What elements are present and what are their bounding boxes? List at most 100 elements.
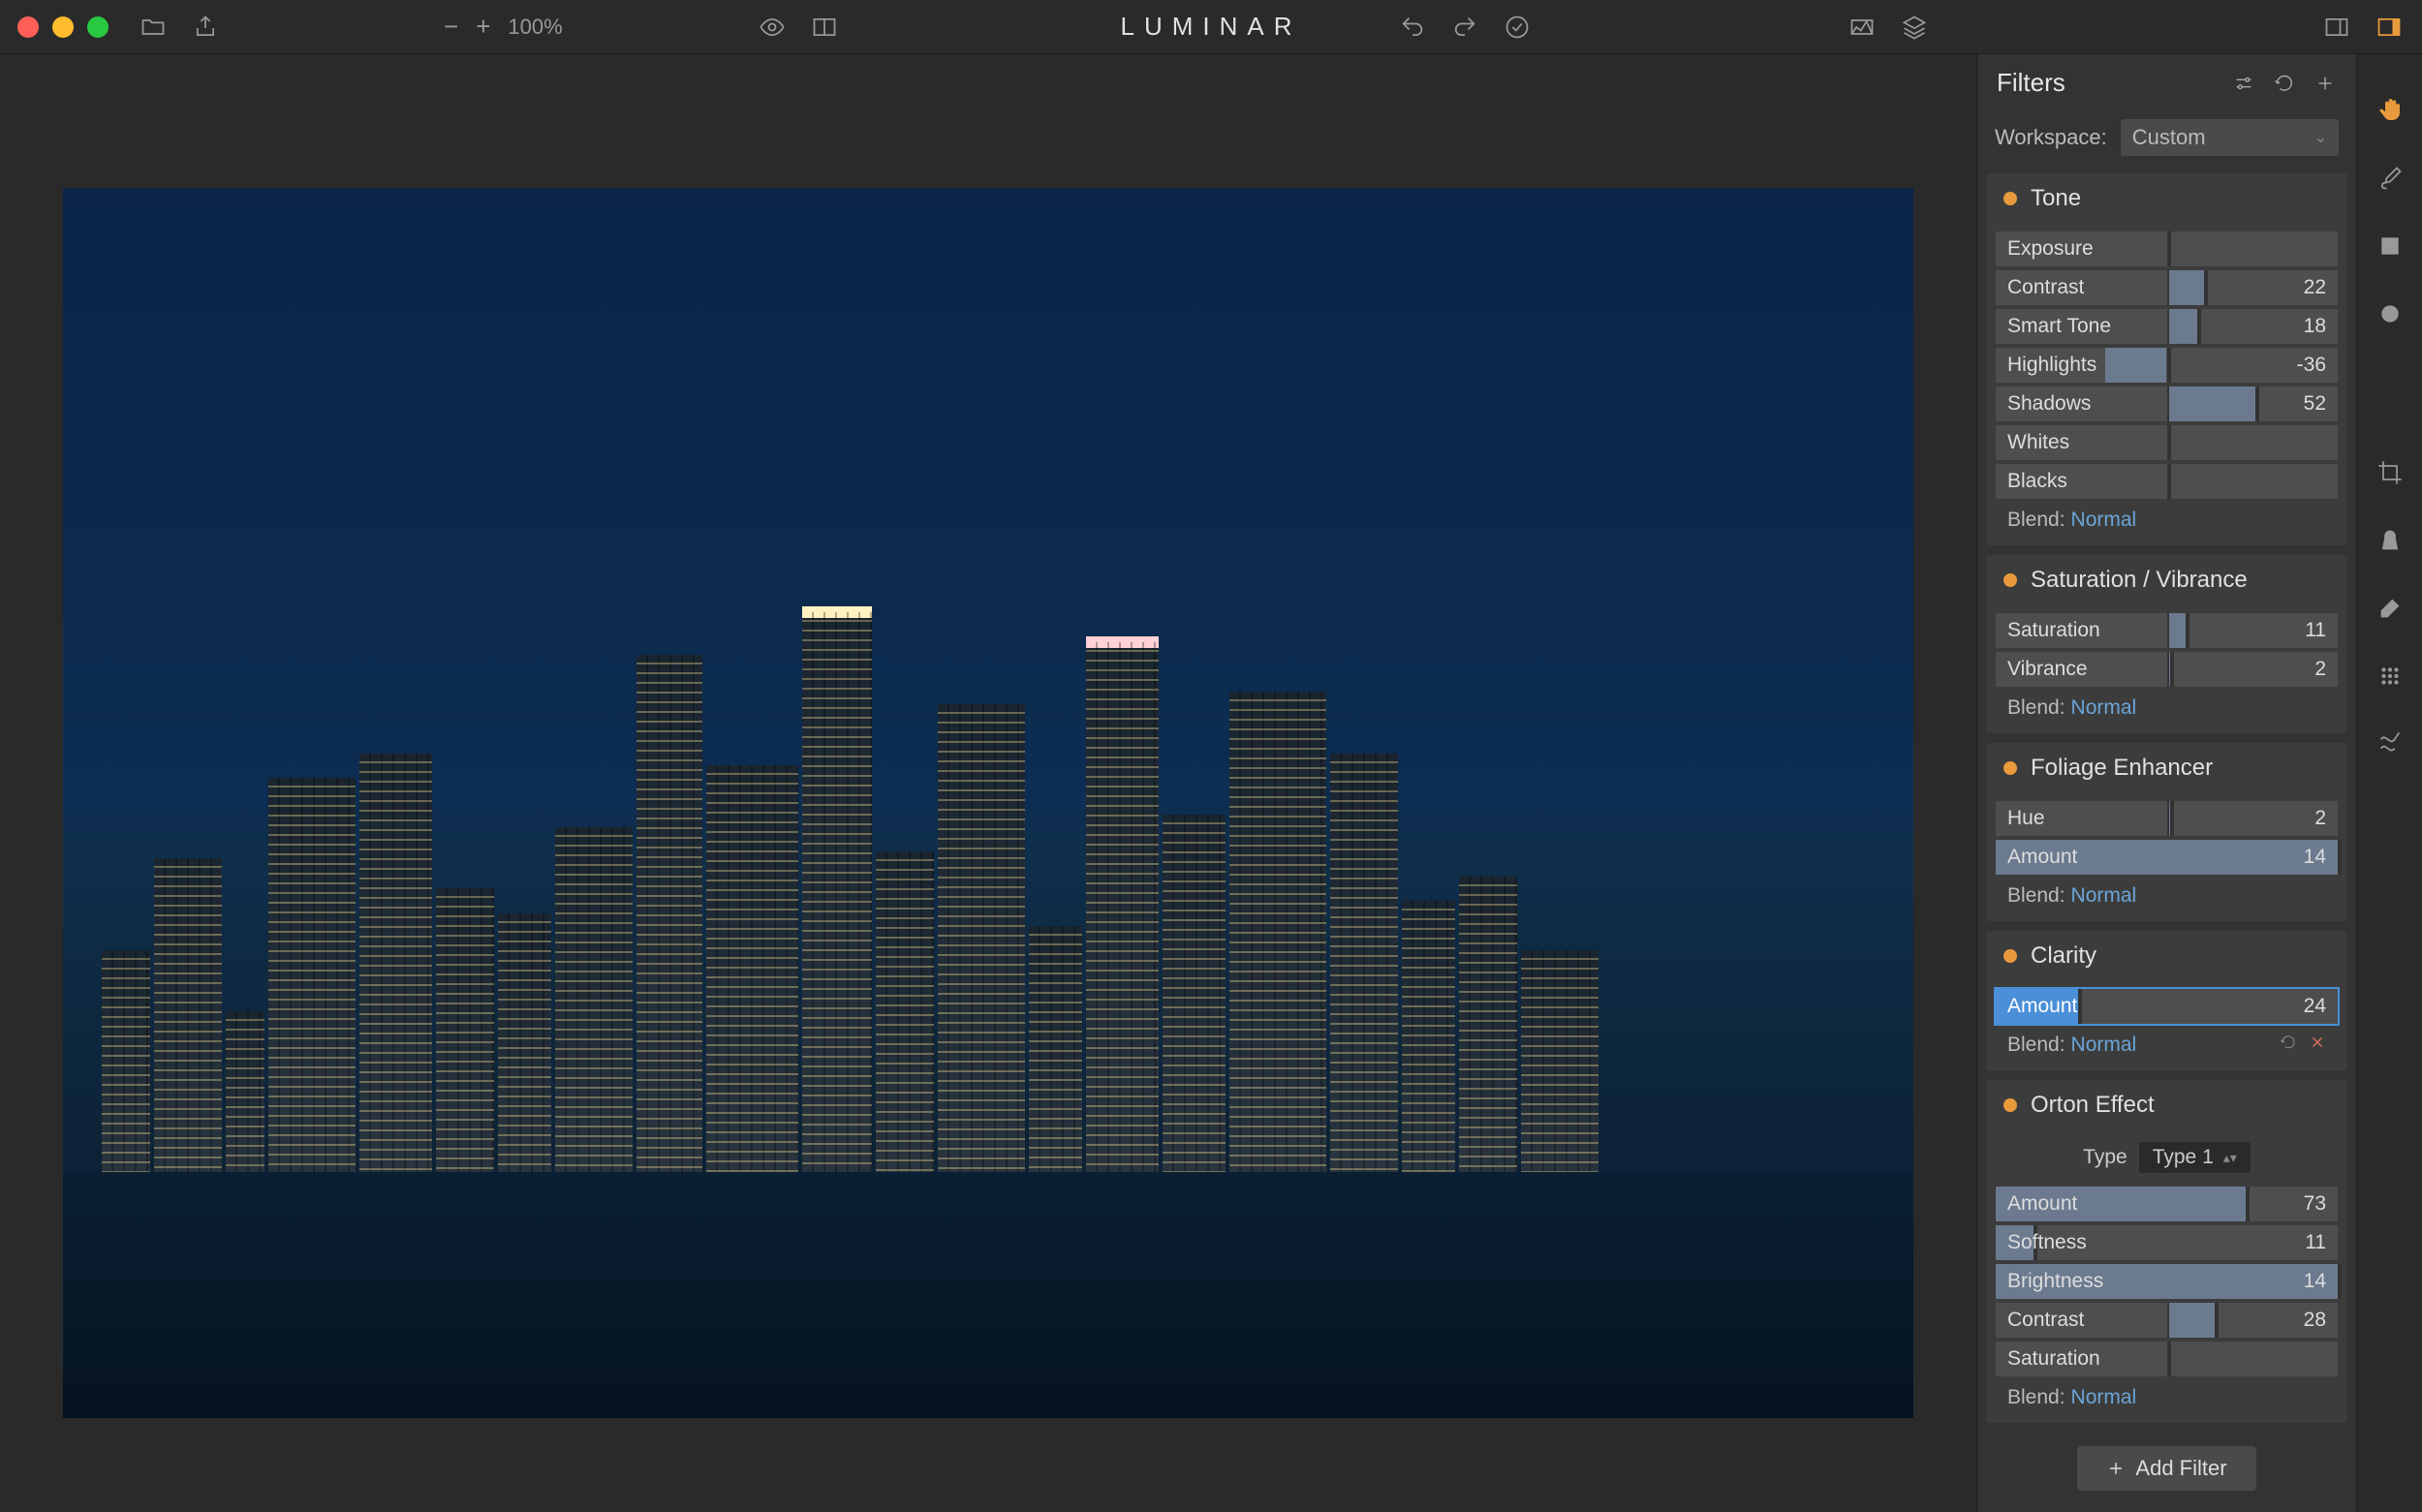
side-panel-toggle-icon[interactable] xyxy=(2374,12,2405,43)
slider-thumb[interactable] xyxy=(2167,464,2171,499)
slider-thumb[interactable] xyxy=(2167,425,2171,460)
slider-amount[interactable]: Amount14 xyxy=(1996,840,2338,875)
compare-icon[interactable] xyxy=(809,12,840,43)
slider-thumb[interactable] xyxy=(2167,231,2171,266)
preview-icon[interactable] xyxy=(757,12,788,43)
slider-saturation[interactable]: Saturation xyxy=(1996,1342,2338,1376)
slider-thumb[interactable] xyxy=(2197,309,2201,344)
slider-thumb[interactable] xyxy=(2167,1342,2171,1376)
denoise-tool-icon[interactable] xyxy=(2373,659,2407,694)
filter-block-saturation-vibrance: Saturation / Vibrance Saturation11 Vibranc… xyxy=(1986,555,2347,733)
slider-label: Contrast xyxy=(2007,276,2084,299)
redo-icon[interactable] xyxy=(1449,12,1480,43)
slider-hue[interactable]: Hue2 xyxy=(1996,801,2338,836)
blend-row: Blend:Normal xyxy=(1996,879,2338,911)
panel-layout-icon[interactable] xyxy=(2321,12,2352,43)
filter-header[interactable]: Foliage Enhancer xyxy=(1986,743,2347,793)
slider-value: 28 xyxy=(2304,1309,2326,1332)
filter-header[interactable]: Saturation / Vibrance xyxy=(1986,555,2347,605)
blend-mode-value[interactable]: Normal xyxy=(2071,884,2137,908)
add-filter-button[interactable]: Add Filter xyxy=(2077,1446,2255,1491)
filter-enabled-dot[interactable] xyxy=(2003,761,2017,775)
remove-filter-icon[interactable] xyxy=(2309,1034,2326,1057)
slider-thumb[interactable] xyxy=(2204,270,2208,305)
panel-title: Filters xyxy=(1997,68,2065,98)
slider-thumb[interactable] xyxy=(2246,1187,2250,1221)
blend-mode-value[interactable]: Normal xyxy=(2071,509,2137,532)
add-filter-icon[interactable] xyxy=(2313,72,2337,95)
slider-contrast[interactable]: Contrast22 xyxy=(1996,270,2338,305)
slider-thumb[interactable] xyxy=(2170,652,2174,687)
filter-enabled-dot[interactable] xyxy=(2003,573,2017,587)
filter-name: Clarity xyxy=(2031,942,2096,970)
slider-thumb[interactable] xyxy=(2170,801,2174,836)
blend-mode-value[interactable]: Normal xyxy=(2071,1034,2137,1057)
slider-amount[interactable]: Amount73 xyxy=(1996,1187,2338,1221)
blend-mode-value[interactable]: Normal xyxy=(2071,696,2137,720)
clone-tool-icon[interactable] xyxy=(2373,523,2407,558)
hand-tool-icon[interactable] xyxy=(2373,93,2407,128)
filter-enabled-dot[interactable] xyxy=(2003,192,2017,205)
gradient-tool-icon[interactable] xyxy=(2373,229,2407,263)
fullscreen-window-button[interactable] xyxy=(87,16,109,38)
workspace-dropdown[interactable]: Custom ⌄ xyxy=(2121,119,2339,156)
close-window-button[interactable] xyxy=(17,16,39,38)
slider-highlights[interactable]: Highlights-36 xyxy=(1996,348,2338,383)
slider-label: Vibrance xyxy=(2007,658,2088,681)
slider-label: Whites xyxy=(2007,431,2069,454)
slider-thumb[interactable] xyxy=(2186,613,2189,648)
filter-enabled-dot[interactable] xyxy=(2003,1098,2017,1112)
slider-thumb[interactable] xyxy=(2255,386,2259,421)
slider-thumb[interactable] xyxy=(2338,1264,2342,1299)
slider-contrast[interactable]: Contrast28 xyxy=(1996,1303,2338,1338)
slider-whites[interactable]: Whites xyxy=(1996,425,2338,460)
crop-tool-icon[interactable] xyxy=(2373,455,2407,490)
slider-value: 2 xyxy=(2314,807,2326,830)
slider-shadows[interactable]: Shadows52 xyxy=(1996,386,2338,421)
filter-header[interactable]: Tone xyxy=(1986,173,2347,224)
share-icon[interactable] xyxy=(190,12,221,43)
slider-softness[interactable]: Softness11 xyxy=(1996,1225,2338,1260)
filter-header[interactable]: Orton Effect xyxy=(1986,1080,2347,1130)
blend-mode-value[interactable]: Normal xyxy=(2071,1386,2137,1409)
slider-amount[interactable]: Amount24 xyxy=(1996,989,2338,1024)
slider-label: Softness xyxy=(2007,1231,2087,1254)
histogram-icon[interactable] xyxy=(1847,12,1878,43)
filter-header[interactable]: Clarity xyxy=(1986,931,2347,981)
reset-filter-icon[interactable] xyxy=(2280,1034,2297,1057)
zoom-in-button[interactable]: + xyxy=(476,12,490,42)
slider-brightness[interactable]: Brightness14 xyxy=(1996,1264,2338,1299)
tool-strip xyxy=(2356,54,2422,1512)
slider-thumb[interactable] xyxy=(2338,840,2342,875)
slider-value: 14 xyxy=(2304,846,2326,869)
zoom-level[interactable]: 100% xyxy=(508,15,562,40)
reset-filters-icon[interactable] xyxy=(2273,72,2296,95)
type-dropdown[interactable]: Type 1▴▾ xyxy=(2139,1142,2251,1173)
open-folder-icon[interactable] xyxy=(138,12,169,43)
slider-exposure[interactable]: Exposure xyxy=(1996,231,2338,266)
slider-thumb[interactable] xyxy=(2215,1303,2219,1338)
blend-row: Blend:Normal xyxy=(1996,1028,2338,1061)
radial-tool-icon[interactable] xyxy=(2373,296,2407,331)
slider-vibrance[interactable]: Vibrance2 xyxy=(1996,652,2338,687)
slider-thumb[interactable] xyxy=(2167,348,2171,383)
layers-icon[interactable] xyxy=(1899,12,1930,43)
canvas-area[interactable] xyxy=(0,54,1976,1512)
filter-enabled-dot[interactable] xyxy=(2003,949,2017,963)
filter-name: Orton Effect xyxy=(2031,1092,2155,1119)
slider-blacks[interactable]: Blacks xyxy=(1996,464,2338,499)
add-filter-label: Add Filter xyxy=(2135,1456,2226,1481)
minimize-window-button[interactable] xyxy=(52,16,74,38)
photo-preview xyxy=(63,188,1913,1418)
erase-tool-icon[interactable] xyxy=(2373,591,2407,626)
zoom-out-button[interactable]: − xyxy=(444,12,458,42)
undo-icon[interactable] xyxy=(1397,12,1428,43)
filter-settings-icon[interactable] xyxy=(2232,72,2255,95)
transform-tool-icon[interactable] xyxy=(2373,726,2407,761)
type-value: Type 1 xyxy=(2153,1146,2214,1169)
checkmark-icon[interactable] xyxy=(1502,12,1533,43)
slider-thumb[interactable] xyxy=(2078,989,2082,1024)
slider-saturation[interactable]: Saturation11 xyxy=(1996,613,2338,648)
brush-tool-icon[interactable] xyxy=(2373,161,2407,196)
slider-smart-tone[interactable]: Smart Tone18 xyxy=(1996,309,2338,344)
